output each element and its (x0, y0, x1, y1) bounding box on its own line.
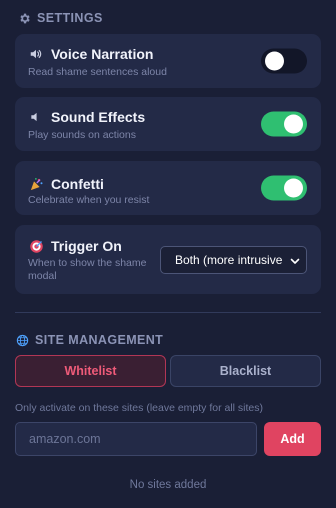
empty-sites-text: No sites added (129, 479, 207, 491)
confetti-toggle[interactable] (261, 175, 307, 201)
trigger-title: Trigger On (51, 238, 122, 254)
target-icon (28, 238, 44, 254)
party-icon (28, 176, 44, 192)
tab-whitelist[interactable]: Whitelist (15, 355, 166, 387)
voice-narration-toggle[interactable] (261, 48, 307, 74)
voice-narration-card: Voice Narration Read shame sentences alo… (15, 34, 321, 88)
trigger-card: Trigger On When to show the shame modal … (15, 225, 321, 294)
confetti-description: Celebrate when you resist (28, 194, 150, 206)
sound-effects-description: Play sounds on actions (28, 129, 136, 141)
tab-blacklist[interactable]: Blacklist (170, 355, 321, 387)
site-hint-text: Only activate on these sites (leave empt… (15, 402, 264, 414)
trigger-select-value: Both (more intrusive (175, 253, 283, 267)
speaker-low-icon (28, 109, 44, 125)
section-divider (15, 312, 321, 313)
confetti-card: Confetti Celebrate when you resist (15, 161, 321, 215)
sound-effects-card: Sound Effects Play sounds on actions (15, 97, 321, 151)
voice-narration-description: Read shame sentences aloud (28, 66, 167, 78)
confetti-title: Confetti (51, 176, 104, 192)
toggle-knob (284, 178, 303, 198)
voice-narration-title: Voice Narration (51, 46, 154, 62)
trigger-select[interactable]: Both (more intrusive (160, 246, 307, 274)
chevron-down-icon (289, 255, 301, 267)
sound-effects-title: Sound Effects (51, 109, 146, 125)
settings-heading: SETTINGS (18, 11, 103, 25)
trigger-description: When to show the shame modal (28, 257, 147, 282)
speaker-icon (28, 46, 44, 62)
toggle-knob (284, 114, 303, 134)
sound-effects-toggle[interactable] (261, 111, 307, 137)
globe-icon (16, 334, 29, 347)
gear-icon (18, 12, 31, 25)
site-management-heading: SITE MANAGEMENT (16, 333, 163, 347)
toggle-knob (265, 51, 284, 71)
add-site-button[interactable]: Add (264, 422, 321, 456)
site-input[interactable] (15, 422, 257, 456)
